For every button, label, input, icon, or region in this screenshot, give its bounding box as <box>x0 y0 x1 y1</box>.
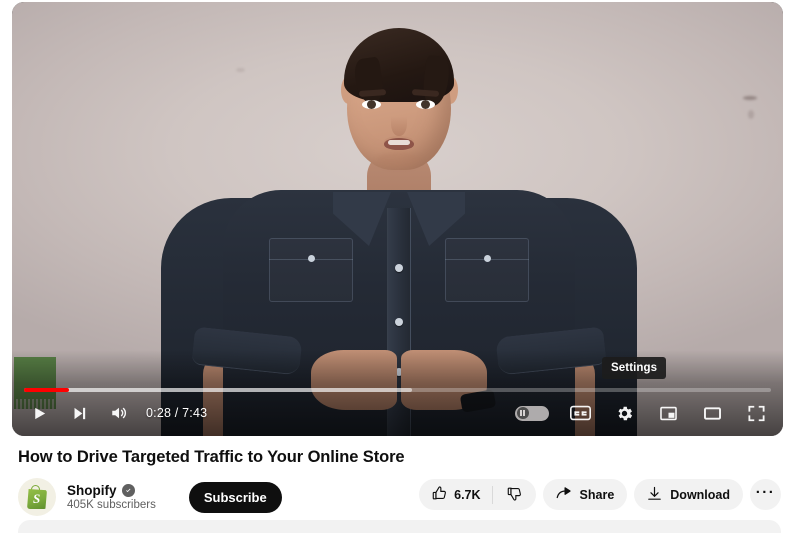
channel-name[interactable]: Shopify <box>67 483 117 498</box>
thumbs-down-icon <box>506 485 523 505</box>
captions-icon[interactable] <box>561 394 599 432</box>
play-button[interactable] <box>20 394 58 432</box>
share-arrow-icon <box>555 484 573 505</box>
like-dislike-group: 6.7K <box>419 479 536 510</box>
progress-played <box>24 388 69 392</box>
eye-left <box>362 100 382 109</box>
download-button[interactable]: Download <box>634 479 743 510</box>
theater-mode-icon[interactable] <box>693 394 731 432</box>
chin-shadow <box>377 152 422 168</box>
video-frame[interactable] <box>12 2 783 436</box>
channel-text-block: Shopify 405K subscribers <box>67 483 156 511</box>
green-overlay-marker <box>14 357 56 409</box>
autoplay-toggle[interactable] <box>515 405 549 421</box>
shopify-bag-icon: S <box>26 485 48 509</box>
like-count: 6.7K <box>454 487 481 502</box>
chest-pocket-left <box>269 238 354 302</box>
video-action-buttons: 6.7K Share Download ··· <box>419 479 781 510</box>
thumbs-up-icon <box>431 485 448 505</box>
shirt-button <box>395 264 404 272</box>
presenter-figure <box>12 2 783 436</box>
channel-name-row: Shopify <box>67 483 156 498</box>
like-button[interactable]: 6.7K <box>419 479 491 510</box>
shirt-button <box>395 318 404 326</box>
share-button[interactable]: Share <box>542 479 628 510</box>
share-label: Share <box>579 487 615 502</box>
pocket-button <box>483 255 491 262</box>
volume-icon[interactable] <box>100 394 138 432</box>
player-controls-left: 0:28 / 7:43 <box>20 394 217 432</box>
progress-buffer <box>24 388 413 392</box>
download-arrow-icon <box>646 485 663 505</box>
time-display: 0:28 / 7:43 <box>146 406 208 420</box>
autoplay-knob <box>516 407 529 419</box>
video-player[interactable]: Settings 0:28 / 7:43 <box>12 2 783 436</box>
subscriber-count: 405K subscribers <box>67 499 156 511</box>
next-video-button[interactable] <box>60 394 98 432</box>
subscribe-button[interactable]: Subscribe <box>188 481 282 513</box>
player-controls: 0:28 / 7:43 <box>20 394 775 432</box>
progress-bar[interactable] <box>24 388 771 392</box>
verified-badge-icon <box>121 484 135 497</box>
chest-pocket-right <box>445 238 530 302</box>
more-options-button[interactable]: ··· <box>750 479 781 510</box>
mouth <box>384 138 415 150</box>
nose <box>391 108 408 136</box>
youtube-watch-page: Settings 0:28 / 7:43 How to Drive Target… <box>0 0 795 533</box>
download-label: Download <box>670 487 730 502</box>
description-panel[interactable] <box>18 520 781 533</box>
settings-tooltip: Settings <box>602 357 667 379</box>
miniplayer-icon[interactable] <box>649 394 687 432</box>
player-controls-right <box>515 394 775 432</box>
eye-right <box>416 100 436 109</box>
video-title: How to Drive Targeted Traffic to Your On… <box>18 448 405 466</box>
channel-owner-row: S Shopify 405K subscribers Subscribe <box>18 478 282 516</box>
channel-avatar[interactable]: S <box>18 478 56 516</box>
dislike-button[interactable] <box>493 479 536 510</box>
pocket-button <box>307 255 315 262</box>
avatar-letter: S <box>33 491 41 506</box>
settings-gear-icon[interactable] <box>605 394 643 432</box>
fullscreen-icon[interactable] <box>737 394 775 432</box>
